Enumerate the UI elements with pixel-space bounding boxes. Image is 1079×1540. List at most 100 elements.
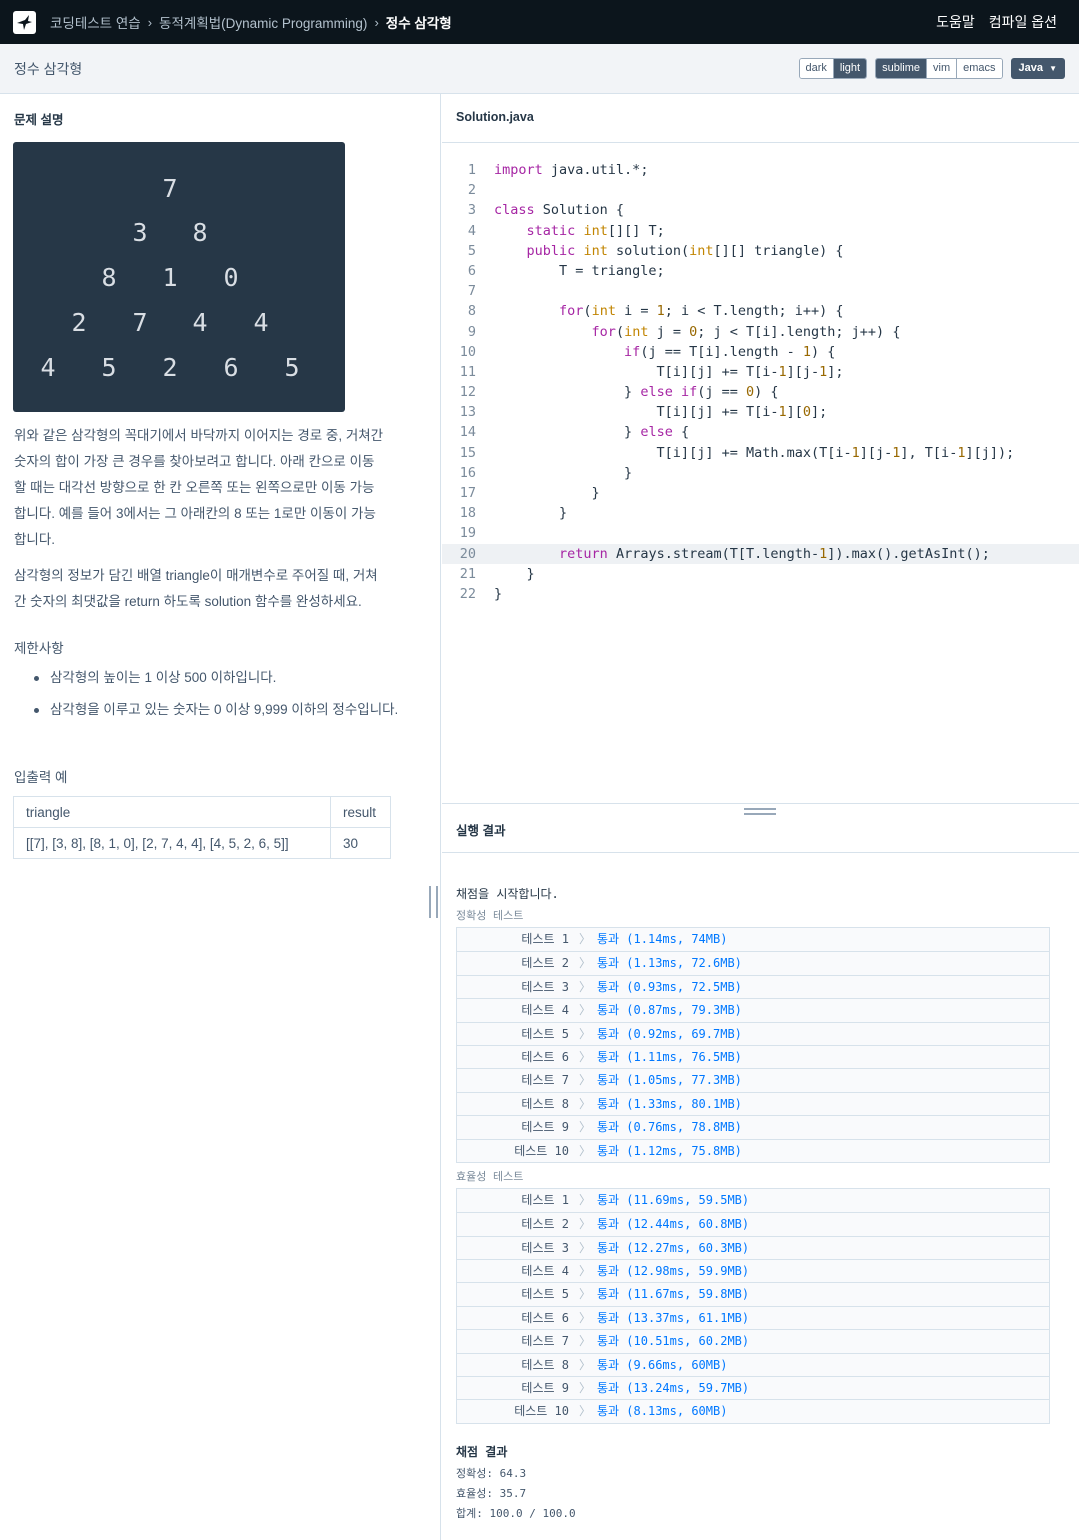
editor-tab[interactable]: Solution.java bbox=[442, 94, 1079, 143]
keymap-emacs-button[interactable]: emacs bbox=[956, 59, 1002, 78]
problem-panel: 문제 설명 7 3 8 8 1 0 2 7 4 4 4 5 2 6 5 위와 같… bbox=[0, 94, 441, 1540]
test-result: 통과 (1.11ms, 76.5MB) bbox=[597, 1049, 742, 1064]
code-text: T = triangle; bbox=[494, 262, 665, 279]
chevron-right-icon: 〉 bbox=[578, 979, 591, 994]
code-line[interactable]: 3 class Solution { bbox=[442, 200, 1079, 220]
triangle-number: 1 bbox=[162, 263, 178, 292]
code-line[interactable]: 16 } bbox=[442, 463, 1079, 483]
triangle-number: 2 bbox=[162, 353, 178, 382]
test-result: 통과 (12.27ms, 60.3MB) bbox=[597, 1240, 750, 1255]
code-line[interactable]: 13 T[i][j] += T[i-1][0]; bbox=[442, 402, 1079, 422]
code-line[interactable]: 7 bbox=[442, 281, 1079, 301]
code-line[interactable]: 17 } bbox=[442, 483, 1079, 503]
editor-resize-handle[interactable] bbox=[744, 808, 776, 815]
description-line: 삼각형의 정보가 담긴 배열 triangle이 매개변수로 주어질 때, 거쳐 bbox=[14, 568, 378, 583]
test-result: 통과 (11.67ms, 59.8MB) bbox=[597, 1287, 750, 1302]
code-line[interactable]: 2 bbox=[442, 180, 1079, 200]
test-name: 테스트 8 bbox=[521, 1096, 569, 1111]
test-name: 테스트 4 bbox=[521, 1264, 569, 1279]
test-result: 통과 (0.76ms, 78.8MB) bbox=[597, 1120, 742, 1135]
chevron-right-icon: 〉 bbox=[578, 1096, 591, 1111]
code-line[interactable]: 10 if(j == T[i].length - 1) { bbox=[442, 342, 1079, 362]
efficiency-test-list: 테스트 1 〉 통과 (11.69ms, 59.5MB) 테스트 2 〉 통과 (12.4… bbox=[456, 1187, 1050, 1424]
code-line[interactable]: 20 return Arrays.stream(T[T.length-1]).m… bbox=[442, 543, 1079, 564]
test-row: 테스트 6 〉 통과 (13.37ms, 61.1MB) bbox=[457, 1305, 1049, 1329]
constraint-item: 삼각형을 이루고 있는 숫자는 0 이상 9,999 이하의 정수입니다. bbox=[30, 699, 410, 721]
triangle-number: 7 bbox=[132, 308, 148, 337]
triangle-number: 5 bbox=[101, 353, 117, 382]
test-result: 통과 (1.05ms, 77.3MB) bbox=[597, 1073, 742, 1088]
test-name: 테스트 6 bbox=[521, 1049, 569, 1064]
test-row: 테스트 10 〉 통과 (1.12ms, 75.8MB) bbox=[457, 1138, 1049, 1162]
line-number: 8 bbox=[467, 303, 476, 320]
code-line[interactable]: 18 } bbox=[442, 503, 1079, 523]
code-line[interactable]: 22} bbox=[442, 584, 1079, 604]
breadcrumb-dynamic-programming[interactable]: 동적계획법(Dynamic Programming) bbox=[159, 12, 367, 32]
code-line[interactable]: 15 T[i][j] += Math.max(T[i-1][j-1], T[i-… bbox=[442, 443, 1079, 463]
code-text: } else { bbox=[494, 424, 690, 441]
line-number: 19 bbox=[459, 525, 476, 542]
io-example-table: triangle result [[7], [3, 8], [8, 1, 0],… bbox=[13, 796, 391, 859]
chevron-right-icon: 〉 bbox=[578, 1217, 591, 1232]
code-line[interactable]: 14 } else { bbox=[442, 422, 1079, 442]
code-line[interactable]: 4 static int[][] T; bbox=[442, 221, 1079, 241]
code-text: return Arrays.stream(T[T.length-1]).max(… bbox=[559, 545, 990, 562]
top-navigation: 코딩테스트 연습 › 동적계획법(Dynamic Programming) › … bbox=[0, 0, 1079, 44]
test-name: 테스트 1 bbox=[521, 1192, 569, 1207]
line-number: 20 bbox=[459, 545, 476, 562]
accuracy-test-list: 테스트 1 〉 통과 (1.14ms, 74MB) 테스트 2 〉 통과 (1.13ms,… bbox=[456, 927, 1050, 1163]
code-text: import java.util.*; bbox=[494, 162, 649, 178]
line-number: 5 bbox=[467, 242, 476, 259]
theme-dark-button[interactable]: dark bbox=[799, 59, 833, 78]
constraints-title: 제한사항 bbox=[14, 641, 64, 656]
line-number: 1 bbox=[467, 162, 476, 178]
logo-icon[interactable] bbox=[13, 10, 36, 34]
filename-label: Solution.java bbox=[456, 110, 534, 124]
keymap-sublime-button[interactable]: sublime bbox=[876, 59, 927, 78]
chevron-right-icon: 〉 bbox=[578, 1073, 591, 1088]
test-row: 테스트 9 〉 통과 (13.24ms, 59.7MB) bbox=[457, 1376, 1049, 1399]
test-row: 테스트 6 〉 통과 (1.11ms, 76.5MB) bbox=[457, 1044, 1049, 1068]
triangle-number: 6 bbox=[223, 353, 239, 382]
compile-options-link[interactable]: 컴파일 옵션 bbox=[989, 12, 1057, 32]
problem-description: 위와 같은 삼각형의 꼭대기에서 바닥까지 이어지는 경로 중, 거쳐간 숫자의… bbox=[14, 423, 410, 553]
accuracy-score: 정확성: 64.3 bbox=[456, 1466, 527, 1480]
constraints-list: 삼각형의 높이는 1 이상 500 이하입니다. 삼각형을 이루고 있는 숫자는… bbox=[30, 667, 410, 731]
test-row: 테스트 7 〉 통과 (1.05ms, 77.3MB) bbox=[457, 1068, 1049, 1091]
code-line[interactable]: 9 for(int j = 0; j < T[i].length; j++) { bbox=[442, 322, 1079, 342]
code-line[interactable]: 21 } bbox=[442, 564, 1079, 584]
test-result: 통과 (0.92ms, 69.7MB) bbox=[597, 1026, 742, 1041]
language-label: Java bbox=[1018, 62, 1044, 74]
help-link[interactable]: 도움말 bbox=[936, 12, 975, 32]
breadcrumb-coding-test[interactable]: 코딩테스트 연습 bbox=[50, 12, 141, 32]
panel-resize-handle[interactable] bbox=[429, 886, 438, 918]
keymap-vim-button[interactable]: vim bbox=[926, 59, 957, 78]
code-line[interactable]: 8 for(int i = 1; i < T.length; i++) { bbox=[442, 301, 1079, 321]
chevron-right-icon: 〉 bbox=[578, 1240, 591, 1255]
test-row: 테스트 9 〉 통과 (0.76ms, 78.8MB) bbox=[457, 1115, 1049, 1138]
total-score: 합계: 100.0 / 100.0 bbox=[456, 1506, 576, 1520]
line-number: 10 bbox=[459, 343, 476, 360]
code-editor[interactable]: 1 import java.util.*; 2 3 class Solution {4 … bbox=[442, 160, 1079, 604]
test-row: 테스트 7 〉 통과 (10.51ms, 60.2MB) bbox=[457, 1329, 1049, 1352]
test-result: 통과 (11.69ms, 59.5MB) bbox=[597, 1192, 750, 1207]
test-name: 테스트 7 bbox=[521, 1334, 569, 1349]
code-line[interactable]: 11 T[i][j] += T[i-1][j-1]; bbox=[442, 362, 1079, 382]
code-line[interactable]: 1 import java.util.*; bbox=[442, 160, 1079, 180]
code-text: T[i][j] += T[i-1][j-1]; bbox=[494, 363, 844, 380]
code-text: if(j == T[i].length - 1) { bbox=[624, 343, 836, 360]
test-name: 테스트 10 bbox=[514, 1404, 569, 1419]
triangle-number: 3 bbox=[132, 218, 148, 247]
line-number: 17 bbox=[459, 485, 476, 501]
code-line[interactable]: 6 T = triangle; bbox=[442, 261, 1079, 281]
language-select[interactable]: Java ▼ bbox=[1010, 58, 1065, 79]
chevron-right-icon: 〉 bbox=[578, 1049, 591, 1064]
theme-light-button[interactable]: light bbox=[832, 59, 867, 78]
code-line[interactable]: 5 public int solution(int[][] triangle) … bbox=[442, 241, 1079, 261]
triangle-number: 2 bbox=[71, 308, 87, 337]
code-line[interactable]: 12 } else if(j == 0) { bbox=[442, 382, 1079, 402]
code-text: } bbox=[494, 464, 633, 481]
test-row: 테스트 3 〉 통과 (0.93ms, 72.5MB) bbox=[457, 974, 1049, 998]
code-line[interactable]: 19 bbox=[442, 523, 1079, 543]
description-line: 위와 같은 삼각형의 꼭대기에서 바닥까지 이어지는 경로 중, 거쳐간 bbox=[14, 428, 384, 443]
